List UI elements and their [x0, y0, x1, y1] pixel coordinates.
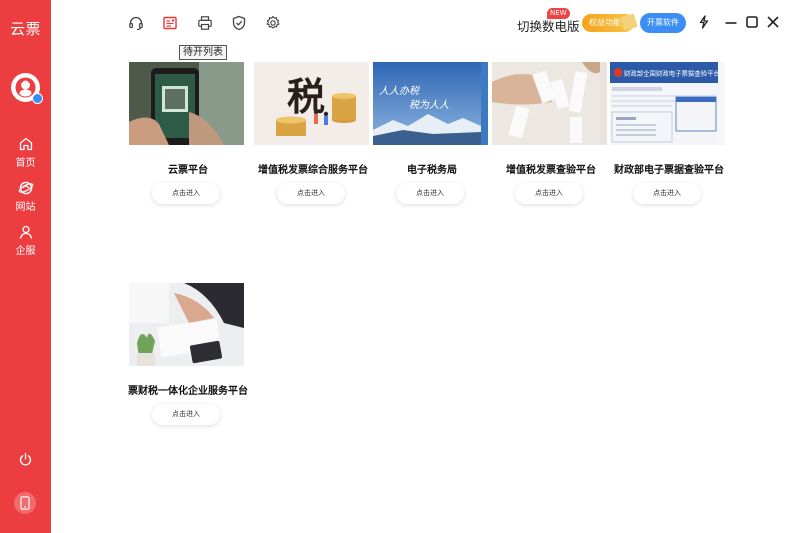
benefit-button[interactable]: 权益功能 — [582, 13, 638, 32]
globe-icon — [18, 181, 33, 195]
brand-logo: 云票 — [9, 20, 41, 38]
close-icon[interactable] — [765, 14, 781, 30]
avatar-badge-icon — [32, 93, 43, 104]
card-title: 票财税一体化企业服务平台 — [128, 386, 248, 397]
enter-button[interactable]: 点击进入 — [152, 404, 220, 425]
sidebar-item-corp[interactable]: 企服 — [0, 224, 51, 257]
new-badge: NEW — [547, 8, 570, 19]
shield-check-icon[interactable] — [231, 15, 247, 31]
enter-button[interactable]: 点击进入 — [152, 183, 220, 204]
minimize-icon[interactable] — [723, 14, 739, 30]
card-image: 人人办税 税为人人 — [373, 62, 488, 145]
printer-icon[interactable] — [197, 15, 213, 31]
benefit-label: 权益功能 — [589, 18, 621, 27]
mobile-button[interactable] — [14, 492, 36, 514]
card-title: 财政部电子票据查验平台 — [614, 165, 724, 176]
card-title: 电子税务局 — [407, 165, 457, 176]
sidebar-item-label: 网站 — [15, 202, 36, 213]
card-image: 税 — [254, 62, 369, 145]
gift-icon — [620, 13, 638, 31]
enter-button[interactable]: 点击进入 — [396, 183, 464, 204]
avatar[interactable] — [11, 73, 43, 104]
lightning-icon[interactable] — [696, 14, 712, 30]
gear-icon[interactable] — [265, 15, 281, 31]
card-image — [129, 62, 244, 145]
home-icon — [19, 137, 32, 151]
invoice-software-button[interactable]: 开票软件 — [640, 13, 686, 33]
headset-icon[interactable] — [128, 15, 144, 31]
tax-character-text: 税 — [287, 74, 325, 119]
pending-list-icon[interactable] — [162, 15, 178, 31]
app-window: 云票 首页 网站 企服 待开列表 切换数电版 NEW 权益功能 开票软件 云票平… — [0, 0, 800, 533]
enter-button[interactable]: 点击进入 — [277, 183, 345, 204]
user-icon — [19, 225, 32, 239]
sidebar-item-label: 企服 — [15, 246, 36, 257]
sidebar-item-label: 首页 — [15, 158, 36, 169]
card-title: 增值税发票综合服务平台 — [258, 165, 368, 176]
sidebar-item-home[interactable]: 首页 — [0, 136, 51, 169]
power-icon[interactable] — [18, 452, 33, 467]
maximize-icon[interactable] — [744, 14, 760, 30]
phone-icon — [20, 496, 30, 510]
mof-header-text: 财政部全国财政电子票据查验平台 — [624, 69, 718, 78]
sidebar-item-web[interactable]: 网站 — [0, 180, 51, 213]
card-image — [129, 283, 244, 366]
tooltip-pending-list: 待开列表 — [179, 45, 227, 60]
svg-text:人人办税: 人人办税 — [379, 85, 420, 97]
card-image — [492, 62, 607, 145]
card-image: 财政部全国财政电子票据查验平台 — [610, 62, 725, 145]
sidebar: 云票 首页 网站 企服 — [0, 0, 51, 533]
enter-button[interactable]: 点击进入 — [515, 183, 583, 204]
card-title: 云票平台 — [168, 165, 208, 176]
svg-text:税为人人: 税为人人 — [409, 99, 449, 111]
enter-button[interactable]: 点击进入 — [633, 183, 701, 204]
